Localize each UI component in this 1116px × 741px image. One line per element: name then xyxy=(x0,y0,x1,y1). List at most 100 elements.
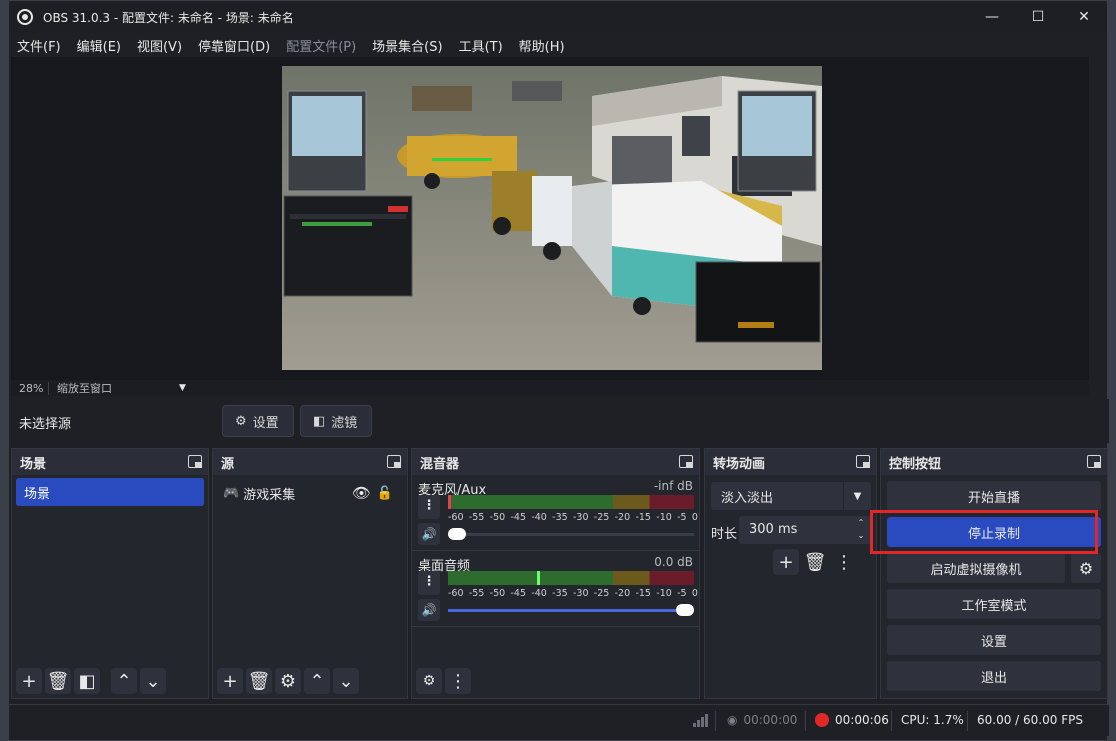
zoom-dropdown-icon[interactable]: ▼ xyxy=(179,383,186,393)
menu-file[interactable]: 文件(F) xyxy=(17,36,61,55)
menu-scene-collection[interactable]: 场景集合(S) xyxy=(372,36,442,55)
add-scene-button[interactable]: + xyxy=(16,668,42,694)
scenes-dock: 场景 场景 + 🗑 ◧ ⌃ ⌄ xyxy=(11,448,209,699)
stream-time: 00:00:00 xyxy=(743,713,798,727)
speaker-icon[interactable]: 🔊 xyxy=(418,599,440,621)
network-bars-icon xyxy=(693,713,709,727)
meter-ticks: -60 -55 -50 -45 -40 -35 -30 -25 -20 -15 -10 -5 0 xyxy=(448,588,698,599)
transition-select[interactable]: 淡入淡出 ▼ xyxy=(711,482,871,510)
volume-slider[interactable] xyxy=(448,604,694,616)
source-filters-button[interactable]: ◧ 滤镜 xyxy=(300,405,372,437)
start-streaming-button[interactable]: 开始直播 xyxy=(887,481,1101,511)
studio-mode-button[interactable]: 工作室模式 xyxy=(887,589,1101,619)
remove-scene-button[interactable]: 🗑 xyxy=(45,668,71,694)
mixer-settings-button[interactable]: ⚙ xyxy=(416,668,442,694)
stream-status: ◉ 00:00:00 xyxy=(727,713,797,727)
undock-icon[interactable] xyxy=(1087,455,1101,468)
mixer-menu-button[interactable]: ⋮ xyxy=(445,668,471,694)
remove-source-button[interactable]: 🗑 xyxy=(246,668,272,694)
source-name: 游戏采集 xyxy=(243,487,296,503)
source-move-down-button[interactable]: ⌄ xyxy=(333,668,359,694)
menu-edit[interactable]: 编辑(E) xyxy=(77,36,121,55)
mixer-dock-title: 混音器 xyxy=(420,456,460,472)
duration-field[interactable]: 300 ms ⌃ ⌄ xyxy=(739,516,871,544)
meter-tick-label: -10 xyxy=(656,512,672,523)
mixer-dock: 混音器 麦克风/Aux -inf dB ⋮ 🔊 -60 -55 -50 -45 -40-… xyxy=(411,448,700,699)
peak-level-marker xyxy=(448,495,451,509)
transition-menu-button[interactable]: ⋮ xyxy=(831,549,857,575)
visibility-eye-icon[interactable]: 👁 xyxy=(352,484,371,502)
gamepad-icon: 🎮 xyxy=(223,485,240,501)
undock-icon[interactable] xyxy=(679,455,693,468)
meter-tick-label: -30 xyxy=(572,512,589,523)
meter-tick-label: -40 xyxy=(531,588,547,599)
channel-menu-button[interactable]: ⋮ xyxy=(418,571,440,595)
no-source-label: 未选择源 xyxy=(19,417,72,432)
menu-tools[interactable]: 工具(T) xyxy=(459,36,503,55)
source-settings-label: 设置 xyxy=(252,415,279,431)
virtual-camera-settings-gear-icon[interactable]: ⚙ xyxy=(1071,553,1101,583)
volume-meter xyxy=(448,571,694,585)
source-toolbar: 未选择源 ⚙ 设置 ◧ 滤镜 xyxy=(9,399,1109,443)
source-properties-button[interactable]: ⚙ xyxy=(275,668,301,694)
zoom-mode-select[interactable]: 缩放至窗口 xyxy=(49,380,179,396)
minimize-button[interactable]: — xyxy=(969,1,1015,33)
add-transition-button[interactable]: + xyxy=(773,549,799,575)
scenes-dock-header: 场景 xyxy=(12,449,208,475)
mixer-channel-mic: 麦克风/Aux -inf dB ⋮ 🔊 -60 -55 -50 -45 -40 -35 -3… xyxy=(412,475,699,551)
undock-icon[interactable] xyxy=(387,455,401,468)
maximize-button[interactable]: ☐ xyxy=(1015,1,1061,33)
scene-move-up-button[interactable]: ⌃ xyxy=(111,668,137,694)
undock-icon[interactable] xyxy=(188,455,202,468)
stream-broadcast-icon: ◉ xyxy=(727,713,738,727)
peak-level-marker xyxy=(536,571,540,585)
obs-logo-icon xyxy=(17,9,33,25)
scene-filters-button[interactable]: ◧ xyxy=(74,668,100,694)
chevron-down-icon: ▼ xyxy=(843,482,871,510)
channel-menu-button[interactable]: ⋮ xyxy=(418,495,440,519)
volume-slider[interactable] xyxy=(448,528,694,540)
speaker-icon[interactable]: 🔊 xyxy=(418,523,440,545)
source-move-up-button[interactable]: ⌃ xyxy=(304,668,330,694)
preview-area[interactable] xyxy=(11,57,1089,380)
close-button[interactable]: ✕ xyxy=(1061,1,1107,33)
mixer-dock-header: 混音器 xyxy=(412,449,699,475)
start-virtual-camera-button[interactable]: 启动虚拟摄像机 xyxy=(887,553,1065,583)
menu-bar: 文件(F) 编辑(E) 视图(V) 停靠窗口(D) 配置文件(P) 场景集合(S… xyxy=(9,33,1107,57)
transitions-dock-title: 转场动画 xyxy=(713,456,766,472)
source-list-item[interactable]: 🎮 游戏采集 👁 🔓 xyxy=(217,479,403,507)
scene-move-down-button[interactable]: ⌄ xyxy=(140,668,166,694)
record-time: 00:00:06 xyxy=(835,713,889,727)
lock-icon[interactable]: 🔓 xyxy=(377,486,393,501)
volume-slider-knob[interactable] xyxy=(676,604,694,616)
meter-tick-label: -45 xyxy=(510,512,527,523)
volume-slider-knob[interactable] xyxy=(448,528,466,540)
menu-view[interactable]: 视图(V) xyxy=(137,36,182,55)
meter-ticks: -60 -55 -50 -45 -40 -35 -30 -25 -20 -15 -10 -5 0 xyxy=(448,512,698,523)
menu-docks[interactable]: 停靠窗口(D) xyxy=(198,36,270,55)
menu-profile[interactable]: 配置文件(P) xyxy=(286,36,356,55)
meter-tick-label: 0 xyxy=(691,588,698,599)
meter-tick-label: -20 xyxy=(614,512,631,523)
record-dot-icon xyxy=(815,713,829,727)
source-settings-button[interactable]: ⚙ 设置 xyxy=(222,405,294,437)
zoom-bar: 28% 缩放至窗口 ▼ xyxy=(11,380,1089,396)
preview-canvas[interactable] xyxy=(282,66,822,370)
exit-button[interactable]: 退出 xyxy=(887,661,1101,691)
duration-spinner[interactable]: ⌃ ⌄ xyxy=(851,516,871,544)
meter-tick-label: -55 xyxy=(468,588,485,599)
undock-icon[interactable] xyxy=(856,455,870,468)
menu-help[interactable]: 帮助(H) xyxy=(519,36,565,55)
add-source-button[interactable]: + xyxy=(217,668,243,694)
meter-tick-label: -25 xyxy=(593,588,610,599)
meter-tick-label: -40 xyxy=(531,512,547,523)
meter-tick-label: -45 xyxy=(510,588,527,599)
duration-value: 300 ms xyxy=(749,522,798,537)
transition-selected: 淡入淡出 xyxy=(721,490,774,506)
settings-button[interactable]: 设置 xyxy=(887,625,1101,655)
highlight-box xyxy=(870,510,1098,554)
record-status: 00:00:06 xyxy=(815,713,889,727)
meter-tick-label: -25 xyxy=(593,512,610,523)
remove-transition-button[interactable]: 🗑 xyxy=(802,549,828,575)
scene-list-item[interactable]: 场景 xyxy=(16,478,204,506)
